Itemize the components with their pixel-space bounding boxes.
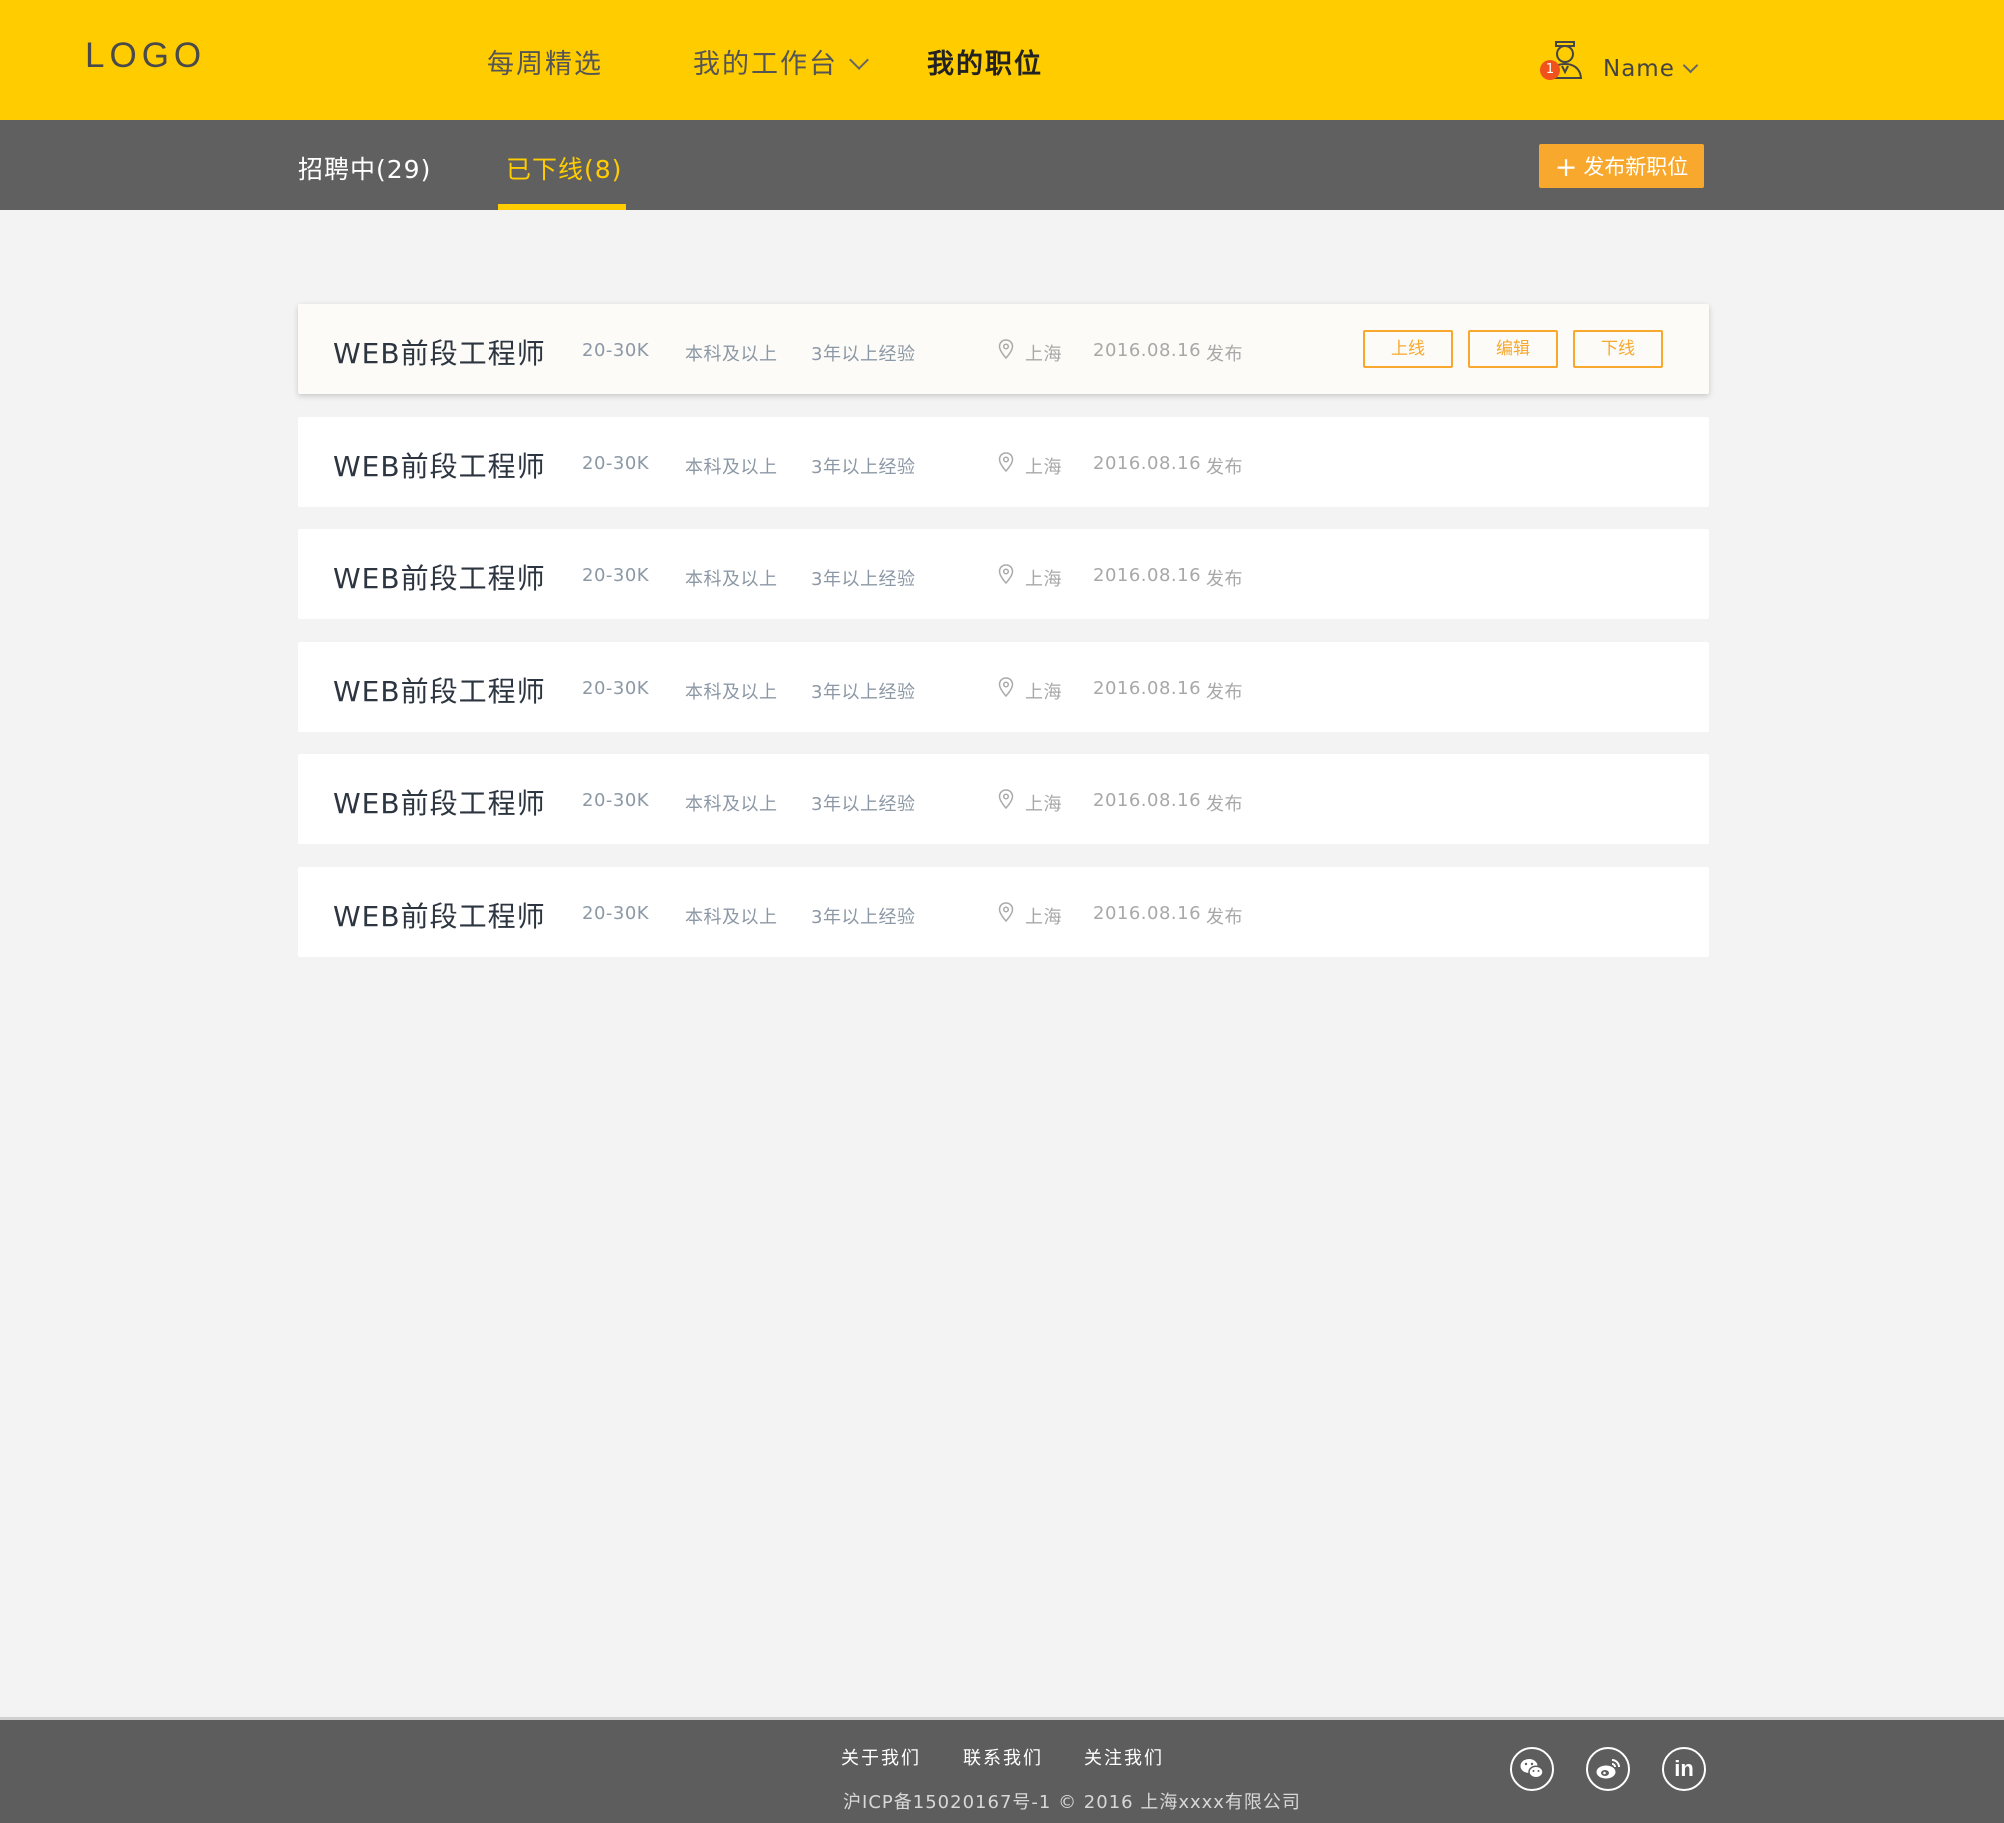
weibo-glyph-icon [1596,1759,1620,1779]
job-experience: 3年以上经验 [811,794,916,815]
location-pin-icon [998,564,1014,584]
job-salary: 20-30K [582,452,650,474]
tab-offline[interactable]: 已下线(8) [506,150,622,186]
job-experience: 3年以上经验 [811,344,916,365]
footer-link-about[interactable]: 关于我们 [841,1744,921,1770]
job-date: 2016.08.16 [1093,902,1202,924]
tab-recruiting[interactable]: 招聘中(29) [298,150,431,186]
offline-button[interactable]: 下线 [1573,330,1663,368]
location-pin-icon [998,451,1014,472]
online-button[interactable]: 上线 [1363,330,1453,368]
nav-weekly-picks[interactable]: 每周精选 [487,42,603,81]
job-experience: 3年以上经验 [811,569,916,590]
job-row[interactable]: WEB前段工程师 20-30K 本科及以上 3年以上经验 上海 2016.08.… [298,866,1709,957]
job-education: 本科及以上 [685,456,778,478]
job-salary: 20-30K [582,902,650,924]
wechat-icon[interactable] [1510,1747,1554,1791]
location-pin-icon [998,901,1014,922]
job-location: 上海 [1025,794,1062,815]
job-date: 2016.08.16 [1093,565,1202,586]
chevron-down-icon [849,50,869,70]
chevron-down-icon [1682,57,1699,74]
job-title[interactable]: WEB前段工程师 [333,670,546,710]
job-experience: 3年以上经验 [811,681,916,703]
job-date: 2016.08.16 [1093,452,1202,474]
job-title[interactable]: WEB前段工程师 [333,782,546,822]
job-published-label: 发布 [1206,569,1243,590]
job-date: 2016.08.16 [1093,790,1202,811]
job-salary: 20-30K [582,677,650,699]
job-education: 本科及以上 [685,344,778,365]
job-row[interactable]: WEB前段工程师 20-30K 本科及以上 3年以上经验 上海 2016.08.… [298,641,1709,732]
location-pin-icon [998,339,1014,359]
job-list: WEB前段工程师 20-30K 本科及以上 3年以上经验 上海 2016.08.… [298,304,1709,979]
job-published-label: 发布 [1206,681,1243,703]
job-experience: 3年以上经验 [811,456,916,478]
job-location: 上海 [1025,344,1062,365]
job-education: 本科及以上 [685,794,778,815]
job-education: 本科及以上 [685,681,778,703]
notification-badge: 1 [1540,60,1560,80]
publish-label: 发布新职位 [1583,155,1689,179]
location-pin-icon [998,789,1014,809]
job-experience: 3年以上经验 [811,906,916,928]
job-title[interactable]: WEB前段工程师 [333,332,546,372]
linkedin-icon[interactable]: in [1662,1747,1706,1791]
job-published-label: 发布 [1206,906,1243,928]
user-name: Name [1603,56,1675,82]
job-row[interactable]: WEB前段工程师 20-30K 本科及以上 3年以上经验 上海 2016.08.… [298,416,1709,507]
footer-link-follow[interactable]: 关注我们 [1084,1744,1164,1770]
weibo-icon[interactable] [1586,1747,1630,1791]
sub-nav-bar: 招聘中(29) 已下线(8) + 发布新职位 [0,120,2004,210]
wechat-glyph-icon [1520,1759,1544,1779]
job-location: 上海 [1025,681,1062,703]
location-pin-icon [998,676,1014,697]
job-title[interactable]: WEB前段工程师 [333,895,546,935]
job-row[interactable]: WEB前段工程师 20-30K 本科及以上 3年以上经验 上海 2016.08.… [298,529,1709,619]
nav-my-positions-label: 我的职位 [927,49,1043,80]
job-education: 本科及以上 [685,569,778,590]
edit-button[interactable]: 编辑 [1468,330,1558,368]
logo[interactable]: LOGO [85,36,206,76]
linkedin-text: in [1674,1756,1694,1781]
job-published-label: 发布 [1206,794,1243,815]
copyright-text: 沪ICP备15020167号-1 © 2016 上海xxxx有限公司 [843,1792,1301,1813]
job-published-label: 发布 [1206,456,1243,478]
publish-new-position-button[interactable]: + 发布新职位 [1539,144,1704,188]
nav-my-workbench-label: 我的工作台 [693,49,838,80]
top-header: LOGO 每周精选 我的工作台 我的职位 1 Name [0,0,2004,120]
job-date: 2016.08.16 [1093,677,1202,699]
plus-icon: + [1554,152,1578,183]
footer-link-contact[interactable]: 联系我们 [963,1744,1043,1770]
active-tab-indicator [498,204,626,210]
job-row[interactable]: WEB前段工程师 20-30K 本科及以上 3年以上经验 上海 2016.08.… [298,304,1709,394]
nav-weekly-picks-label: 每周精选 [487,49,603,80]
nav-my-positions[interactable]: 我的职位 [927,42,1043,81]
job-salary: 20-30K [582,340,650,361]
nav-my-workbench[interactable]: 我的工作台 [693,42,869,81]
job-published-label: 发布 [1206,344,1243,365]
job-salary: 20-30K [582,565,650,586]
job-location: 上海 [1025,906,1062,928]
job-title[interactable]: WEB前段工程师 [333,445,546,485]
job-education: 本科及以上 [685,906,778,928]
job-date: 2016.08.16 [1093,340,1202,361]
footer: 关于我们 联系我们 关注我们 沪ICP备15020167号-1 © 2016 上… [0,1717,2004,1823]
job-location: 上海 [1025,456,1062,478]
job-title[interactable]: WEB前段工程师 [333,557,546,597]
job-row[interactable]: WEB前段工程师 20-30K 本科及以上 3年以上经验 上海 2016.08.… [298,754,1709,844]
job-salary: 20-30K [582,790,650,811]
job-location: 上海 [1025,569,1062,590]
